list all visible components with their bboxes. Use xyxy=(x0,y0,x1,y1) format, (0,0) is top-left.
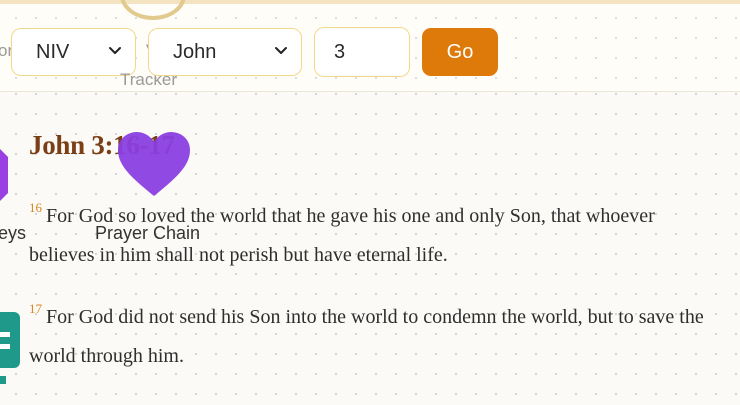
top-toolbar: or NIV Vi Tracker John 3 Go xyxy=(0,0,740,92)
book-select-value: John xyxy=(173,40,217,63)
heart-icon[interactable] xyxy=(116,130,192,200)
go-button-label: Go xyxy=(446,40,474,63)
chevron-down-icon xyxy=(275,47,287,54)
verse-17: 17 For God did not send his Son into the … xyxy=(29,298,719,376)
verse-text: For God so loved the world that he gave … xyxy=(29,205,655,266)
logo-arc xyxy=(120,0,186,20)
document-shortcut-icon[interactable] xyxy=(0,312,22,384)
verse-16: 16 For God so loved the world that he gav… xyxy=(29,197,719,275)
go-button[interactable]: Go xyxy=(422,28,498,76)
verse-number: 16 xyxy=(29,200,42,215)
book-select[interactable]: John xyxy=(148,28,302,76)
chapter-input[interactable]: 3 xyxy=(314,27,410,77)
chapter-input-value: 3 xyxy=(334,40,346,63)
version-select[interactable]: NIV xyxy=(11,28,136,76)
version-select-value: NIV xyxy=(36,40,70,63)
game-shortcut-label[interactable]: eys xyxy=(0,223,26,244)
chevron-down-icon xyxy=(109,47,121,54)
verse-text: For God did not send his Son into the wo… xyxy=(29,306,704,367)
game-shortcut-icon[interactable] xyxy=(0,135,22,215)
verse-number: 17 xyxy=(29,301,42,316)
